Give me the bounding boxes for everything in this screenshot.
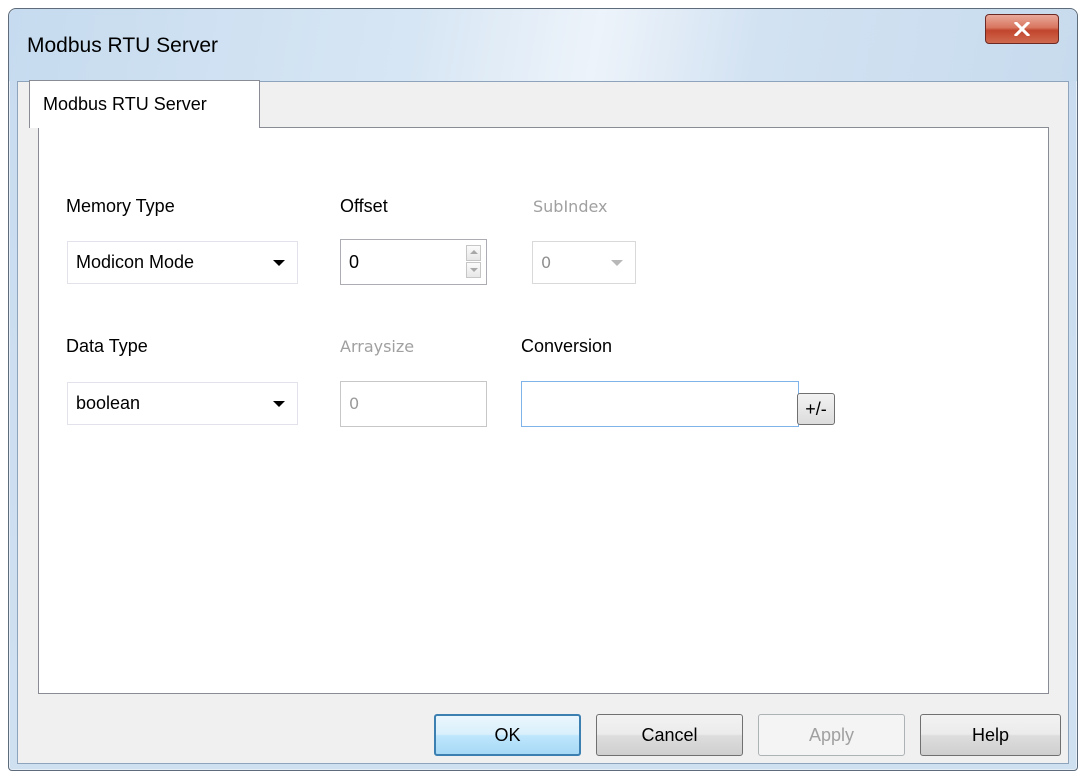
title-bar[interactable]: Modbus RTU Server [9, 9, 1077, 81]
conversion-input[interactable] [521, 381, 799, 427]
conversion-label: Conversion [521, 336, 613, 356]
memory-type-dropdown[interactable]: Modicon Mode [67, 241, 298, 284]
offset-increment-button[interactable] [466, 245, 481, 261]
help-button[interactable]: Help [920, 714, 1061, 756]
window-title: Modbus RTU Server [27, 34, 219, 57]
arraysize-input: 0 [340, 381, 487, 427]
data-type-dropdown[interactable]: boolean [67, 382, 298, 425]
offset-input[interactable]: 0 [340, 239, 487, 285]
data-type-label: Data Type [66, 336, 148, 356]
offset-label: Offset [340, 196, 388, 216]
memory-type-value: Modicon Mode [76, 252, 195, 272]
memory-type-label: Memory Type [66, 196, 175, 216]
sign-toggle-button[interactable]: +/- [797, 393, 835, 425]
chevron-down-icon [273, 260, 285, 266]
close-icon [1014, 22, 1030, 36]
offset-value: 0 [349, 252, 360, 272]
chevron-down-icon [611, 260, 623, 266]
tab-modbus-rtu-server[interactable]: Modbus RTU Server [29, 80, 260, 128]
offset-decrement-button[interactable] [466, 262, 481, 278]
up-arrow-icon [470, 250, 478, 254]
close-button[interactable] [985, 14, 1059, 44]
arraysize-label: Arraysize [340, 337, 415, 356]
subindex-value: 0 [541, 253, 552, 272]
arraysize-value: 0 [349, 394, 360, 413]
chevron-down-icon [273, 401, 285, 407]
cancel-button[interactable]: Cancel [596, 714, 743, 756]
data-type-value: boolean [76, 393, 141, 413]
down-arrow-icon [470, 268, 478, 272]
subindex-dropdown: 0 [532, 241, 636, 284]
apply-button[interactable]: Apply [758, 714, 905, 756]
subindex-label: SubIndex [533, 197, 608, 216]
ok-button[interactable]: OK [434, 714, 581, 756]
